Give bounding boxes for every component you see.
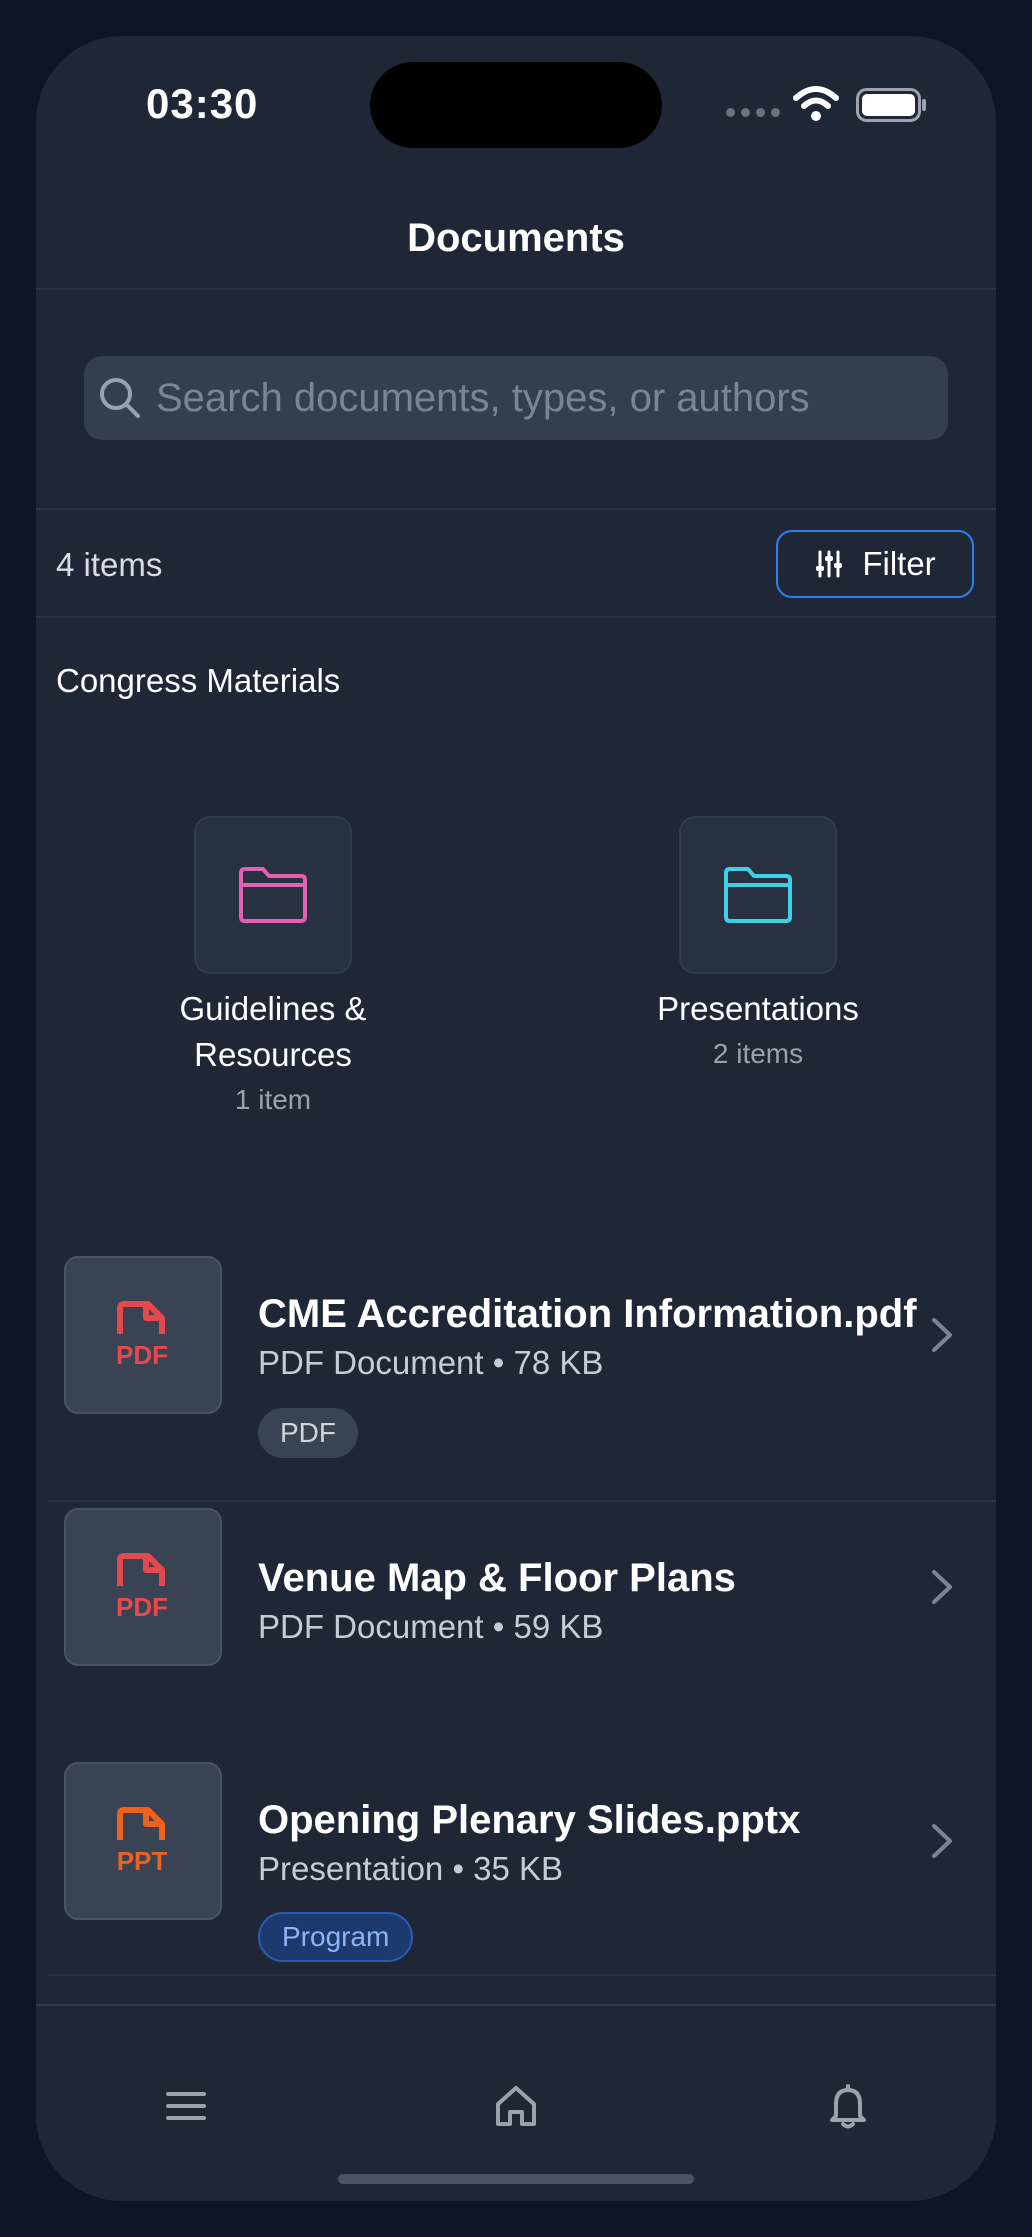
folder-icon — [724, 867, 792, 923]
folder-guidelines[interactable]: Guidelines & Resources 1 item — [123, 816, 423, 1116]
ppt-file-icon: PPT — [117, 1807, 168, 1876]
page-title: Documents — [407, 216, 625, 260]
document-tag: Program — [258, 1912, 414, 1962]
document-meta: PDF Document • 59 KB — [258, 1608, 604, 1645]
row-divider — [48, 1500, 996, 1502]
folder-name: Presentations — [657, 990, 859, 1027]
device-frame: 03:30 Documents Search documents, types,… — [0, 0, 1032, 2237]
list-toolbar: 4 items Filter — [36, 510, 996, 620]
document-title: Venue Map & Floor Plans — [258, 1556, 736, 1600]
search-input[interactable] — [156, 356, 948, 440]
section-title: Congress Materials — [56, 662, 341, 699]
wifi-icon — [793, 86, 839, 121]
folder-count: 1 item — [234, 1084, 312, 1115]
document-row[interactable]: PDF Venue Map & Floor Plans PDF Document… — [36, 1508, 996, 1738]
filter-label: Filter — [862, 545, 936, 582]
search-bar[interactable] — [84, 356, 948, 440]
folder-presentations[interactable]: Presentations 2 items — [608, 816, 908, 1070]
chevron-right-icon — [932, 1318, 952, 1352]
dynamic-island — [370, 62, 662, 148]
ppt-icon-label: PPT — [117, 1846, 168, 1876]
search-icon — [100, 378, 140, 418]
bell-icon[interactable] — [824, 2082, 872, 2130]
document-row[interactable]: PPT Opening Plenary Slides.pptx Presenta… — [36, 1762, 996, 2010]
menu-icon[interactable] — [162, 2082, 210, 2130]
header-divider — [36, 288, 996, 290]
sliders-icon — [816, 550, 843, 578]
toolbar-divider — [36, 616, 996, 618]
nav-header: Documents — [36, 206, 996, 288]
chevron-right-icon — [932, 1824, 952, 1858]
document-tag: PDF — [258, 1408, 358, 1458]
document-title: Opening Plenary Slides.pptx — [258, 1798, 801, 1842]
folder-tile — [679, 816, 837, 974]
home-indicator[interactable] — [338, 2174, 694, 2184]
status-bar: 03:30 — [36, 36, 996, 176]
item-count: 4 items — [56, 546, 163, 583]
document-meta: Presentation • 35 KB — [258, 1850, 564, 1887]
pdf-file-icon: PDF — [116, 1553, 168, 1622]
tab-bar — [36, 2004, 996, 2201]
pdf-icon-label: PDF — [116, 1592, 168, 1622]
battery-icon — [856, 88, 926, 122]
document-meta: PDF Document • 78 KB — [258, 1344, 604, 1381]
row-divider — [48, 1974, 996, 1976]
document-thumbnail: PDF — [64, 1508, 222, 1666]
document-title: CME Accreditation Information.pdf — [258, 1292, 917, 1336]
pdf-file-icon: PDF — [116, 1301, 168, 1370]
chevron-right-icon — [932, 1570, 952, 1604]
document-thumbnail: PPT — [64, 1762, 222, 1920]
document-thumbnail: PDF — [64, 1256, 222, 1414]
folder-icon — [239, 867, 307, 923]
cellular-signal-icon — [726, 108, 780, 117]
screen: 03:30 Documents Search documents, types,… — [36, 36, 996, 2201]
folder-count: 2 items — [712, 1038, 804, 1069]
pdf-icon-label: PDF — [116, 1340, 168, 1370]
filter-button[interactable]: Filter — [776, 530, 974, 598]
home-icon[interactable] — [492, 2082, 540, 2130]
document-row[interactable]: PDF CME Accreditation Information.pdf PD… — [36, 1256, 996, 1502]
folder-name: Guidelines & Resources — [179, 990, 367, 1073]
folder-tile — [194, 816, 352, 974]
status-time: 03:30 — [146, 80, 259, 127]
